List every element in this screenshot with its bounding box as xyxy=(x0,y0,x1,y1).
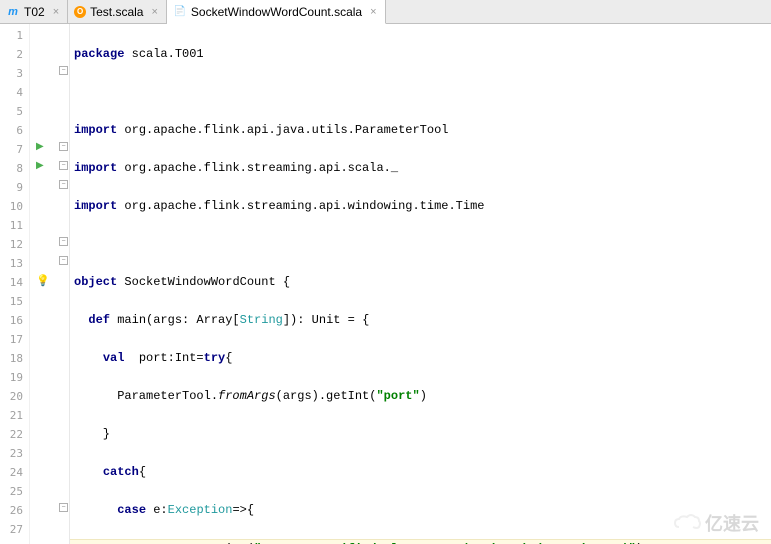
line-number[interactable]: 6 xyxy=(0,121,23,140)
line-number[interactable]: 24 xyxy=(0,463,23,482)
run-icon[interactable]: ▶ xyxy=(36,141,44,152)
tab-label: SocketWindowWordCount.scala xyxy=(191,5,362,19)
line-number[interactable]: 11 xyxy=(0,216,23,235)
line-number[interactable]: 8 xyxy=(0,159,23,178)
line-number[interactable]: 2 xyxy=(0,45,23,64)
line-number[interactable]: 3 xyxy=(0,64,23,83)
object-icon: O xyxy=(74,6,86,18)
tab-label: Test.scala xyxy=(90,5,143,19)
fold-icon[interactable]: − xyxy=(59,161,68,170)
tab-label: T02 xyxy=(24,5,45,19)
line-number[interactable]: 9 xyxy=(0,178,23,197)
fold-gutter: − − − − − − − xyxy=(58,24,70,544)
line-number[interactable]: 25 xyxy=(0,482,23,501)
line-number[interactable]: 14 xyxy=(0,273,23,292)
line-number[interactable]: 21 xyxy=(0,406,23,425)
line-number[interactable]: 7 xyxy=(0,140,23,159)
line-number[interactable]: 19 xyxy=(0,368,23,387)
line-number[interactable]: 17 xyxy=(0,330,23,349)
lightbulb-icon[interactable]: 💡 xyxy=(36,274,50,287)
close-icon[interactable]: × xyxy=(370,6,376,18)
line-number[interactable]: 16 xyxy=(0,311,23,330)
line-number[interactable]: 1 xyxy=(0,26,23,45)
line-number[interactable]: 22 xyxy=(0,425,23,444)
module-icon: m xyxy=(6,5,20,19)
line-number[interactable]: 5 xyxy=(0,102,23,121)
fold-icon[interactable]: − xyxy=(59,256,68,265)
editor-tabs: m T02 × O Test.scala × 📄 SocketWindowWor… xyxy=(0,0,771,24)
line-number[interactable]: 12 xyxy=(0,235,23,254)
editor-area: 1 2 3 4 5 6 7 8 9 10 11 12 13 14 15 16 1… xyxy=(0,24,771,544)
run-icon[interactable]: ▶ xyxy=(36,160,44,171)
fold-icon[interactable]: − xyxy=(59,180,68,189)
line-number[interactable]: 10 xyxy=(0,197,23,216)
scala-icon: 📄 xyxy=(173,5,187,19)
code-area[interactable]: package scala.T001 import org.apache.fli… xyxy=(70,24,771,544)
line-number[interactable]: 13 xyxy=(0,254,23,273)
line-number[interactable]: 20 xyxy=(0,387,23,406)
fold-icon[interactable]: − xyxy=(59,503,68,512)
line-number-gutter: 1 2 3 4 5 6 7 8 9 10 11 12 13 14 15 16 1… xyxy=(0,24,30,544)
fold-icon[interactable]: − xyxy=(59,142,68,151)
line-number[interactable]: 15 xyxy=(0,292,23,311)
fold-icon[interactable]: − xyxy=(59,237,68,246)
line-number[interactable]: 27 xyxy=(0,520,23,539)
line-number[interactable]: 23 xyxy=(0,444,23,463)
line-number[interactable]: 18 xyxy=(0,349,23,368)
tab-test[interactable]: O Test.scala × xyxy=(68,0,167,23)
tab-socketwindowwordcount[interactable]: 📄 SocketWindowWordCount.scala × xyxy=(167,0,386,24)
close-icon[interactable]: × xyxy=(151,6,157,18)
fold-icon[interactable]: − xyxy=(59,66,68,75)
line-number[interactable]: 4 xyxy=(0,83,23,102)
close-icon[interactable]: × xyxy=(53,6,59,18)
run-gutter: ▶ ▶ 💡 xyxy=(30,24,58,544)
line-number[interactable]: 26 xyxy=(0,501,23,520)
tab-t02[interactable]: m T02 × xyxy=(0,0,68,23)
